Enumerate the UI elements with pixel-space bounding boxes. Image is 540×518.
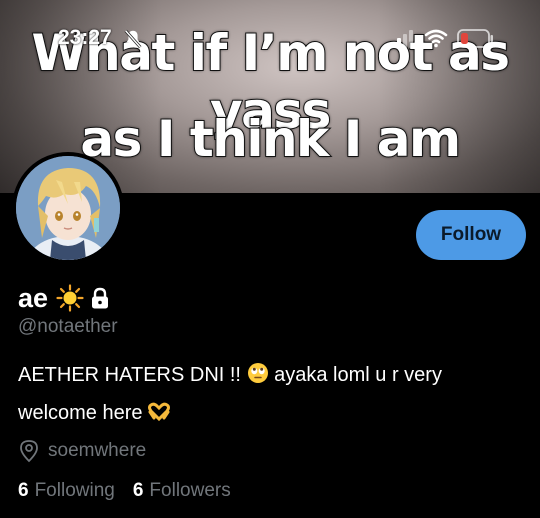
avatar[interactable]	[12, 152, 124, 264]
follow-stats: 6 Following 6 Followers	[18, 480, 231, 502]
lock-icon	[92, 287, 109, 309]
followers-link[interactable]: 6 Followers	[133, 480, 231, 502]
followers-label: Followers	[149, 480, 231, 501]
location-text: soemwhere	[48, 440, 147, 461]
following-link[interactable]: 6 Following	[18, 480, 115, 502]
following-count: 6	[18, 480, 29, 501]
followers-count: 6	[132, 480, 144, 501]
display-name-row: ae	[18, 282, 110, 314]
display-name: ae	[18, 282, 49, 313]
battery-low-icon	[457, 29, 493, 48]
following-label: Following	[34, 480, 115, 501]
location-pin-icon	[20, 440, 38, 463]
signal-icon	[391, 30, 413, 48]
bio-text-part-3: welcome here	[18, 402, 149, 424]
status-time: 23:27	[58, 26, 112, 49]
follow-button[interactable]: Follow	[416, 210, 526, 260]
bio-line-2: welcome here	[18, 394, 528, 432]
status-bar: 23:27	[0, 26, 540, 52]
avatar-image	[16, 156, 120, 260]
location-row: soemwhere	[18, 438, 146, 464]
bell-slash-icon	[124, 29, 142, 49]
user-handle: @notaether	[18, 316, 118, 337]
wifi-icon	[424, 29, 448, 48]
bio-text-part-1: AETHER HATERS DNI !!	[18, 364, 247, 386]
sun-emoji-icon	[56, 284, 84, 312]
eye-roll-emoji-icon	[247, 363, 268, 383]
bio-text-part-2: ayaka loml u r very	[274, 364, 442, 386]
heart-hands-emoji-icon	[148, 402, 171, 422]
bio: AETHER HATERS DNI !! ayaka loml u r very…	[18, 356, 528, 432]
bio-line-1: AETHER HATERS DNI !! ayaka loml u r very	[18, 356, 528, 394]
